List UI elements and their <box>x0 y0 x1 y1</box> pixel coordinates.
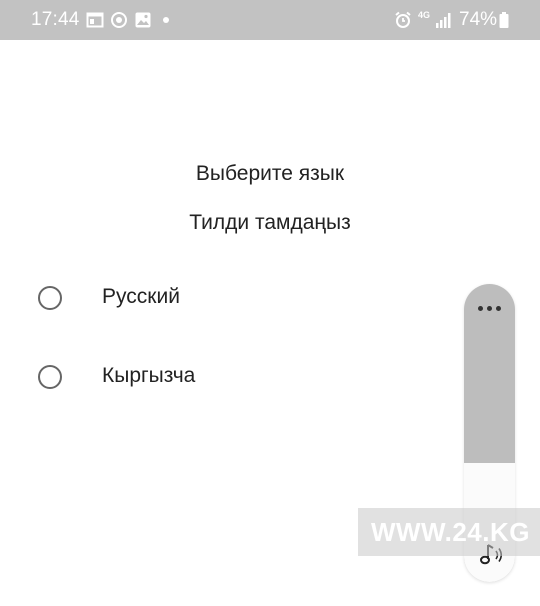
alarm-icon <box>395 11 411 28</box>
radio-button-kyrgyz[interactable] <box>38 365 62 389</box>
battery-percent: 74% <box>459 9 498 30</box>
status-bar: 17:44 4G 74% <box>0 0 540 40</box>
language-label-kyrgyz: Кыргызча <box>102 364 196 387</box>
notification-dot <box>163 17 169 23</box>
sync-icon <box>111 12 127 28</box>
watermark: WWW.24.KG <box>358 508 540 556</box>
signal-icon <box>436 13 451 28</box>
language-option-kyrgyz[interactable]: Кыргызча <box>0 347 460 407</box>
network-type: 4G <box>418 10 431 20</box>
page-title-ru: Выберите язык <box>195 162 345 185</box>
calendar-icon <box>86 12 104 28</box>
language-option-russian[interactable]: Русский <box>0 268 460 328</box>
more-icon[interactable] <box>464 298 515 318</box>
page-title-ky: Тилди тамдаңыз <box>189 211 351 234</box>
gallery-icon <box>135 12 151 28</box>
language-label-russian: Русский <box>102 285 180 308</box>
battery-icon <box>499 12 509 28</box>
status-time: 17:44 <box>31 9 80 30</box>
radio-button-russian[interactable] <box>38 286 62 310</box>
